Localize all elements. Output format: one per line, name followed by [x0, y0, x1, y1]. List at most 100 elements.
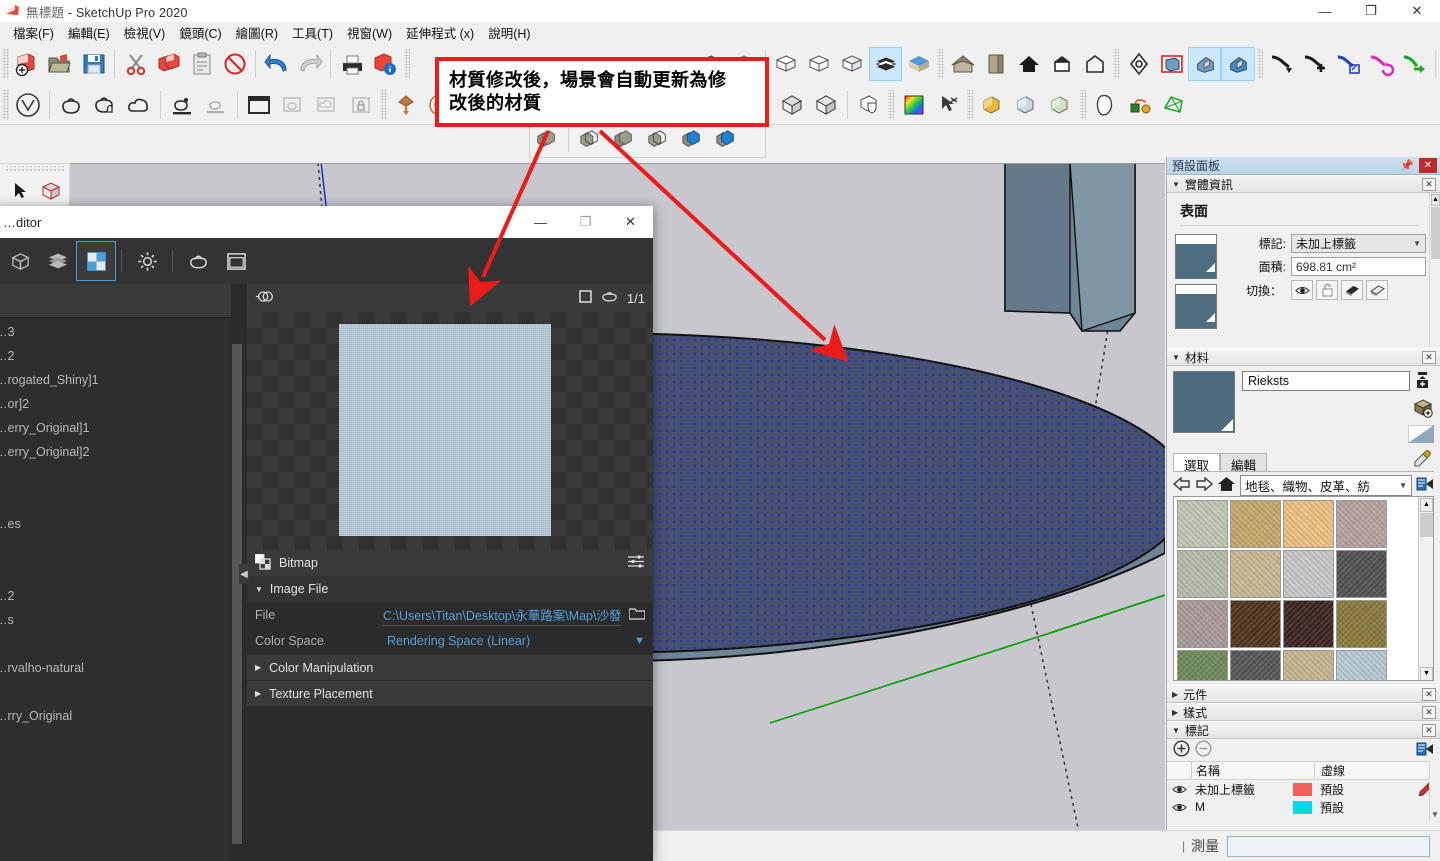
list-item[interactable] [0, 680, 231, 704]
model-hand-icon[interactable] [852, 88, 886, 122]
list-item[interactable] [0, 464, 231, 488]
details-menu-icon[interactable] [1416, 476, 1434, 495]
material-list-panel[interactable]: …3…2…rogated_Shiny]1…or]2…erry_Original]… [0, 284, 244, 861]
panel-entity-info-header[interactable]: ▼ 實體資訊 ✕ [1167, 175, 1440, 193]
scroll-thumb[interactable] [1431, 207, 1440, 259]
swatch-scrollbar[interactable]: ▲ ▼ [1418, 497, 1433, 680]
material-swatch[interactable] [1283, 550, 1334, 598]
panel-styles-close[interactable]: ✕ [1422, 706, 1436, 719]
add-sample-icon[interactable] [1412, 398, 1434, 421]
solid-trim-icon[interactable] [675, 124, 709, 156]
toolbar-grip-9[interactable] [888, 89, 895, 120]
list-item[interactable] [0, 536, 231, 560]
solid-intersect2-icon[interactable] [573, 124, 607, 156]
material-swatch[interactable] [1230, 650, 1281, 680]
list-item[interactable] [0, 632, 231, 656]
panel-collapse-handle[interactable]: ◀ [239, 564, 249, 584]
material-swatch[interactable] [1230, 500, 1281, 548]
toolbar-grip-11[interactable] [1080, 89, 1087, 120]
erase-icon[interactable] [218, 47, 251, 81]
pin-icon[interactable]: 📌 [1400, 159, 1414, 172]
save-icon[interactable] [77, 47, 110, 81]
vray-frame-buffer-icon[interactable] [199, 88, 233, 122]
panel-tags-header[interactable]: ▼ 標記 ✕ [1167, 721, 1440, 739]
model-info-icon[interactable] [369, 47, 402, 81]
panel-materials-header[interactable]: ▼ 材料 ✕ [1167, 348, 1440, 366]
sandbox-smoove-icon[interactable] [1398, 47, 1431, 81]
elevation-view-icon[interactable] [1078, 47, 1111, 81]
menu-extensions[interactable]: 延伸程式 (x) [399, 21, 481, 44]
scene-house-icon[interactable] [946, 47, 979, 81]
toolbar-grip-2[interactable] [403, 48, 411, 79]
vray-cloud-icon[interactable] [122, 88, 156, 122]
minimize-button[interactable]: — [518, 206, 563, 238]
toolbar-grip-6[interactable] [2, 89, 9, 120]
image-file-section-header[interactable]: ▼ Image File [247, 576, 653, 602]
cursor-tools-icon[interactable] [931, 88, 965, 122]
solid-intersect-icon[interactable] [1044, 88, 1078, 122]
solid-union2-icon[interactable] [607, 124, 641, 156]
material-swatch[interactable] [1283, 650, 1334, 680]
section-plane-icon[interactable] [1122, 47, 1155, 81]
tray-close-icon[interactable]: ✕ [1419, 158, 1437, 173]
panel-styles-header[interactable]: ▶ 樣式 ✕ [1167, 703, 1440, 721]
front-material-swatch[interactable] [1175, 234, 1217, 279]
tags-details-icon[interactable] [1416, 741, 1434, 760]
menu-tools[interactable]: 工具(T) [285, 21, 340, 44]
cut-icon[interactable] [119, 47, 152, 81]
face-style-xray-icon[interactable] [868, 46, 903, 81]
menu-window[interactable]: 視窗(W) [340, 21, 399, 44]
visibility-toggle-icon[interactable] [255, 290, 275, 306]
measure-input[interactable] [1227, 835, 1430, 857]
front-face-icon[interactable] [1341, 280, 1363, 300]
material-editor-window[interactable]: …ditor — ❐ ✕ …3…2…rogated_Shi [0, 206, 653, 861]
display-section-cuts-icon[interactable] [1155, 47, 1188, 81]
solid-subtract-icon[interactable] [1010, 88, 1044, 122]
list-item[interactable]: …es [0, 512, 231, 536]
material-swatch[interactable] [1336, 500, 1387, 548]
menu-file[interactable]: 檔案(F) [6, 21, 61, 44]
square-icon[interactable] [579, 290, 592, 306]
face-style-shaded-icon[interactable] [770, 47, 803, 81]
material-swatch[interactable] [1177, 600, 1228, 648]
face-style-texture-icon[interactable] [803, 47, 836, 81]
vray-lock-icon[interactable] [344, 88, 378, 122]
maximize-button[interactable]: ❐ [563, 206, 608, 238]
texture-placement-section[interactable]: ▶ Texture Placement [247, 680, 653, 706]
component-box-icon[interactable] [36, 176, 66, 206]
toolbar-grip-4[interactable] [1113, 48, 1121, 79]
preview-zoom-label[interactable]: 1/1 [627, 291, 645, 306]
material-swatch[interactable] [1177, 550, 1228, 598]
list-item[interactable]: …2 [0, 584, 231, 608]
bitmap-section-header[interactable]: Bitmap [247, 550, 653, 576]
tab-select[interactable]: 選取 [1173, 453, 1221, 473]
tag-color-swatch[interactable] [1292, 800, 1312, 814]
list-item[interactable] [0, 560, 231, 584]
arrow-back-icon[interactable] [1172, 476, 1191, 494]
scroll-thumb[interactable] [232, 344, 242, 844]
display-section-fill-icon[interactable] [1221, 46, 1255, 81]
home-icon[interactable] [1217, 476, 1236, 495]
solid-union-icon[interactable] [976, 88, 1010, 122]
material-swatch[interactable] [1230, 600, 1281, 648]
scene-book-icon[interactable] [979, 47, 1012, 81]
terrain-mesh-icon[interactable] [1157, 88, 1191, 122]
list-item[interactable]: …rogated_Shiny]1 [0, 368, 231, 392]
render-teapot-icon[interactable] [179, 242, 217, 280]
list-item[interactable]: …2 [0, 344, 231, 368]
vray-cloud-batch-icon[interactable] [310, 88, 344, 122]
plan-view-icon[interactable] [1045, 47, 1078, 81]
dimension-tool-icon[interactable] [1123, 88, 1157, 122]
toolbar-grip-7[interactable] [380, 89, 387, 120]
toolbar-grip-10[interactable] [967, 89, 974, 120]
scroll-up-arrow-icon[interactable]: ▲ [1420, 498, 1433, 512]
sandbox-from-contours-icon[interactable] [1265, 47, 1298, 81]
scroll-down-arrow-icon[interactable]: ▼ [1420, 667, 1433, 680]
sandbox-stamp-icon[interactable] [1089, 88, 1123, 122]
panel-tags-close[interactable]: ✕ [1422, 724, 1436, 737]
entity-info-scrollbar[interactable]: ▲ [1429, 193, 1440, 348]
list-item[interactable]: …rry_Original [0, 704, 231, 728]
file-value[interactable]: C:\Users\Titan\Desktop\永華路案\Map\沙發... [383, 605, 621, 626]
eye-icon[interactable] [1167, 784, 1191, 795]
select-arrow-icon[interactable] [6, 176, 36, 206]
